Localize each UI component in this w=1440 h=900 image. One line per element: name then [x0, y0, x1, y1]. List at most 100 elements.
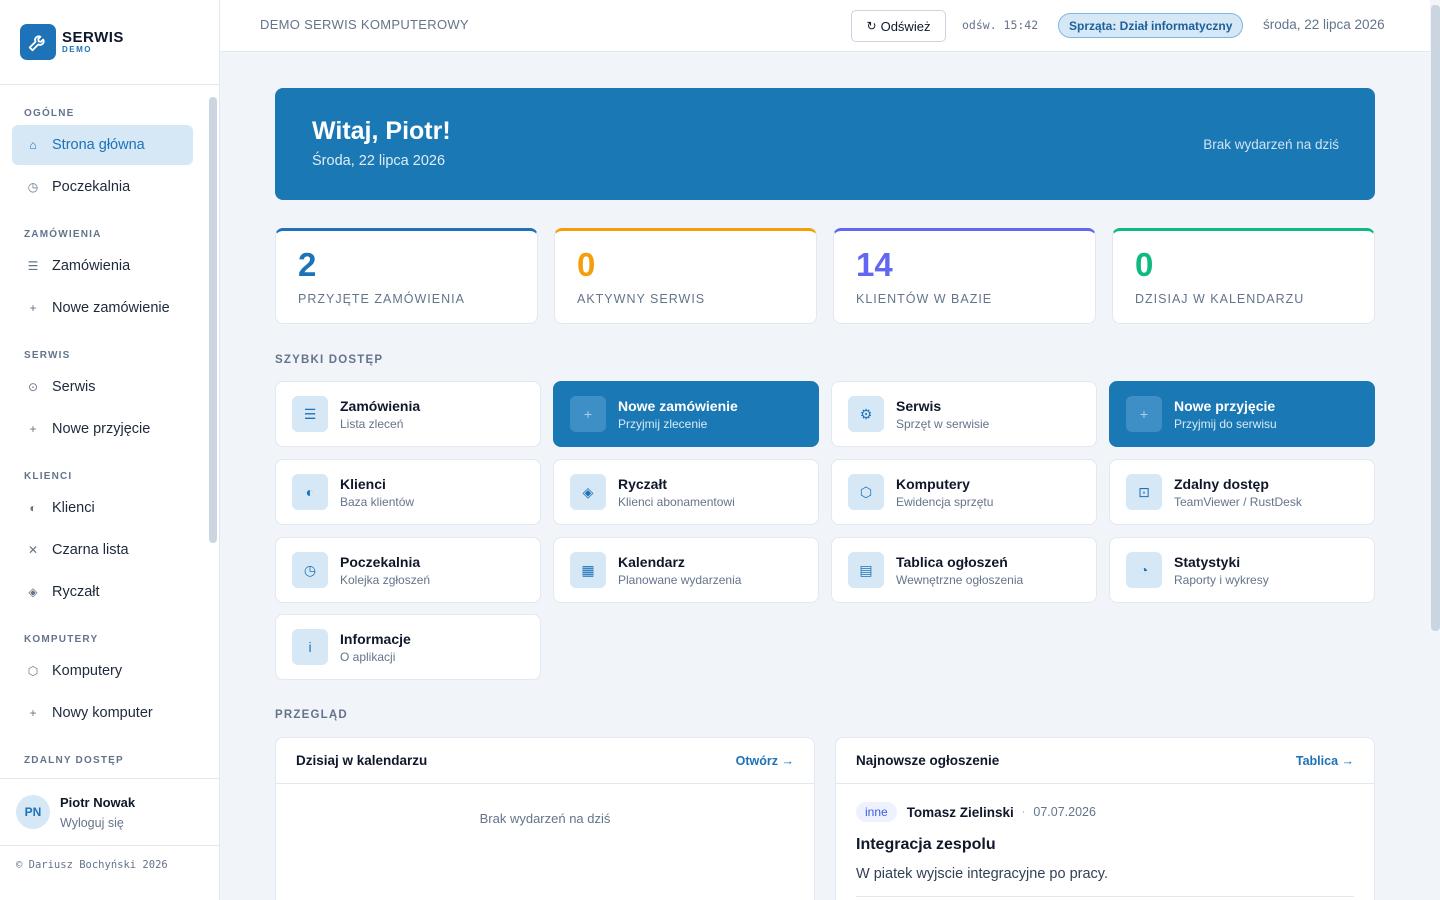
sidebar-item-new-computer[interactable]: + Nowy komputer	[12, 693, 193, 733]
refresh-icon: ↻	[866, 19, 877, 33]
sidebar-item-label: Nowy komputer	[52, 705, 153, 721]
sidebar-item-clients[interactable]: ◐ Klienci	[12, 488, 193, 528]
tile-subtitle: Wewnętrzne ogłoszenia	[896, 573, 1024, 587]
welcome-date: Środa, 22 lipca 2026	[312, 153, 446, 169]
topbar: DEMO SERWIS KOMPUTEROWY ↻ Odśwież odśw. …	[220, 0, 1430, 52]
tile-title: Nowe zamówienie	[618, 398, 738, 414]
quick-tile[interactable]: i Informacje O aplikacji	[275, 614, 541, 680]
tile-title: Tablica ogłoszeń	[896, 554, 1008, 570]
quick-tile[interactable]: ⬡ Komputery Ewidencja sprzętu	[831, 459, 1097, 525]
quick-tile[interactable]: ◈ Ryczałt Klienci abonamentowi	[553, 459, 819, 525]
sidebar-item-label: Nowe zamówienie	[52, 300, 170, 316]
tile-subtitle: Ewidencja sprzętu	[896, 495, 994, 509]
tile-subtitle: Raporty i wykresy	[1174, 573, 1269, 587]
sidebar-item-home[interactable]: ⌂ Strona główna	[12, 125, 193, 165]
plus-icon: +	[570, 396, 606, 432]
sidebar-item-label: Strona główna	[52, 137, 145, 153]
sidebar-item-waiting-room[interactable]: ◷ Poczekalnia	[12, 167, 193, 207]
service-icon: ⊙	[27, 380, 39, 394]
tile-title: Poczekalnia	[340, 554, 421, 570]
refresh-time: odśw. 15:42	[962, 18, 1039, 32]
stat-card[interactable]: 2 PRZYJĘTE ZAMÓWIENIA	[275, 228, 538, 324]
new-order-icon: +	[29, 301, 37, 315]
quick-tile[interactable]: + Nowe przyjęcie Przyjmij do serwisu	[1109, 381, 1375, 447]
announcement-author: Tomasz Zielinski	[906, 804, 1014, 820]
sidebar: SERWIS DEMO OGÓLNE ⌂ Strona główna ◷ Poczeka…	[0, 0, 220, 900]
stat-card[interactable]: 0 DZISIAJ W KALENDARZU	[1112, 228, 1375, 324]
board-icon: ▤	[848, 552, 884, 588]
blacklist-icon: ✕	[27, 543, 39, 557]
computers-icon: ⬡	[27, 664, 39, 678]
nav-section-label: KOMPUTERY	[24, 634, 99, 645]
stat-value: 2	[298, 246, 317, 283]
quick-tile[interactable]: ◐ Klienci Baza klientów	[275, 459, 541, 525]
announcement-panel: Najnowsze ogłoszenie Tablica → inne Toma…	[835, 737, 1375, 900]
stat-value: 14	[856, 246, 893, 283]
sidebar-item-new-order[interactable]: + Nowe zamówienie	[12, 288, 193, 328]
quick-tile[interactable]: ☰ Zamówienia Lista zleceń	[275, 381, 541, 447]
tile-subtitle: Sprzęt w serwisie	[896, 417, 990, 431]
stat-label: DZISIAJ W KALENDARZU	[1135, 292, 1305, 306]
stat-label: AKTYWNY SERWIS	[577, 292, 706, 306]
tile-subtitle: Kolejka zgłoszeń	[340, 573, 431, 587]
hexagon-icon: ⬡	[848, 474, 884, 510]
sidebar-item-service[interactable]: ⊙ Serwis	[12, 367, 193, 407]
announcement-body: W piatek wyjscie integracyjne po pracy.	[856, 866, 1108, 882]
quick-tile[interactable]: ⚙ Serwis Sprzęt w serwisie	[831, 381, 1097, 447]
sidebar-item-label: Poczekalnia	[52, 179, 131, 195]
remote-icon: ⊡	[1126, 474, 1162, 510]
avatar[interactable]: PN	[16, 795, 50, 829]
sidebar-item-label: Klienci	[52, 500, 95, 516]
app-title: DEMO SERWIS KOMPUTEROWY	[260, 17, 469, 32]
calendar-panel: Dzisiaj w kalendarzu Otwórz → Brak wydar…	[275, 737, 815, 900]
tile-title: Komputery	[896, 476, 970, 492]
sidebar-item-flat-rate[interactable]: ◈ Ryczałt	[12, 572, 193, 612]
sidebar-scrollbar[interactable]	[209, 97, 217, 543]
board-link[interactable]: Tablica →	[1296, 754, 1354, 768]
clients-icon: ◐	[292, 474, 328, 510]
app-logo[interactable]: SERWIS DEMO	[0, 0, 219, 85]
quick-tile[interactable]: ◔ Statystyki Raporty i wykresy	[1109, 537, 1375, 603]
tile-title: Ryczałt	[618, 476, 668, 492]
tile-subtitle: TeamViewer / RustDesk	[1174, 495, 1302, 509]
announcement-date: 07.07.2026	[1033, 805, 1096, 819]
sidebar-item-label: Nowe przyjęcie	[52, 421, 151, 437]
tile-title: Zamówienia	[340, 398, 421, 414]
nav-section-label: KLIENCI	[24, 471, 73, 482]
logout-link[interactable]: Wyloguj się	[60, 816, 135, 830]
orders-icon: ☰	[27, 259, 39, 273]
announcement-title[interactable]: Integracja zespolu	[856, 836, 1374, 854]
tile-title: Serwis	[896, 398, 942, 414]
tile-title: Statystyki	[1174, 554, 1241, 570]
sidebar-item-orders[interactable]: ☰ Zamówienia	[12, 246, 193, 286]
quick-tile[interactable]: ▤ Tablica ogłoszeń Wewnętrzne ogłoszenia	[831, 537, 1097, 603]
sidebar-item-label: Ryczałt	[52, 584, 100, 600]
announcement-tag: inne	[856, 802, 897, 822]
refresh-button[interactable]: ↻ Odśwież	[851, 10, 946, 42]
page-scrollbar[interactable]	[1431, 5, 1440, 631]
calendar-open-link[interactable]: Otwórz →	[736, 754, 794, 768]
quick-tile[interactable]: ◷ Poczekalnia Kolejka zgłoszeń	[275, 537, 541, 603]
logo-subtitle: DEMO	[62, 45, 92, 54]
tile-title: Zdalny dostęp	[1174, 476, 1269, 492]
wrench-icon	[20, 24, 56, 60]
sidebar-item-computers[interactable]: ⬡ Komputery	[12, 651, 193, 691]
clock-icon: ◷	[292, 552, 328, 588]
quick-tile[interactable]: ▦ Kalendarz Planowane wydarzenia	[553, 537, 819, 603]
copyright: © Dariusz Bochyński 2026	[16, 859, 168, 871]
nav-section-label: SERWIS	[24, 350, 71, 361]
list-icon: ☰	[292, 396, 328, 432]
stat-card[interactable]: 0 AKTYWNY SERWIS	[554, 228, 817, 324]
tile-subtitle: Baza klientów	[340, 495, 415, 509]
quick-tile[interactable]: + Nowe zamówienie Przyjmij zlecenie	[553, 381, 819, 447]
user-panel: PN Piotr Nowak Wyloguj się	[0, 778, 219, 846]
refresh-label: Odśwież	[880, 18, 931, 34]
quick-access-label: SZYBKI DOSTĘP	[275, 354, 384, 366]
calendar-empty-text: Brak wydarzeń na dziś	[479, 811, 611, 826]
gear-icon: ⚙	[848, 396, 884, 432]
sidebar-item-new-intake[interactable]: + Nowe przyjęcie	[12, 409, 193, 449]
sidebar-item-blacklist[interactable]: ✕ Czarna lista	[12, 530, 193, 570]
stat-card[interactable]: 14 KLIENTÓW W BAZIE	[833, 228, 1096, 324]
quick-tile[interactable]: ⊡ Zdalny dostęp TeamViewer / RustDesk	[1109, 459, 1375, 525]
calendar-icon: ▦	[570, 552, 606, 588]
